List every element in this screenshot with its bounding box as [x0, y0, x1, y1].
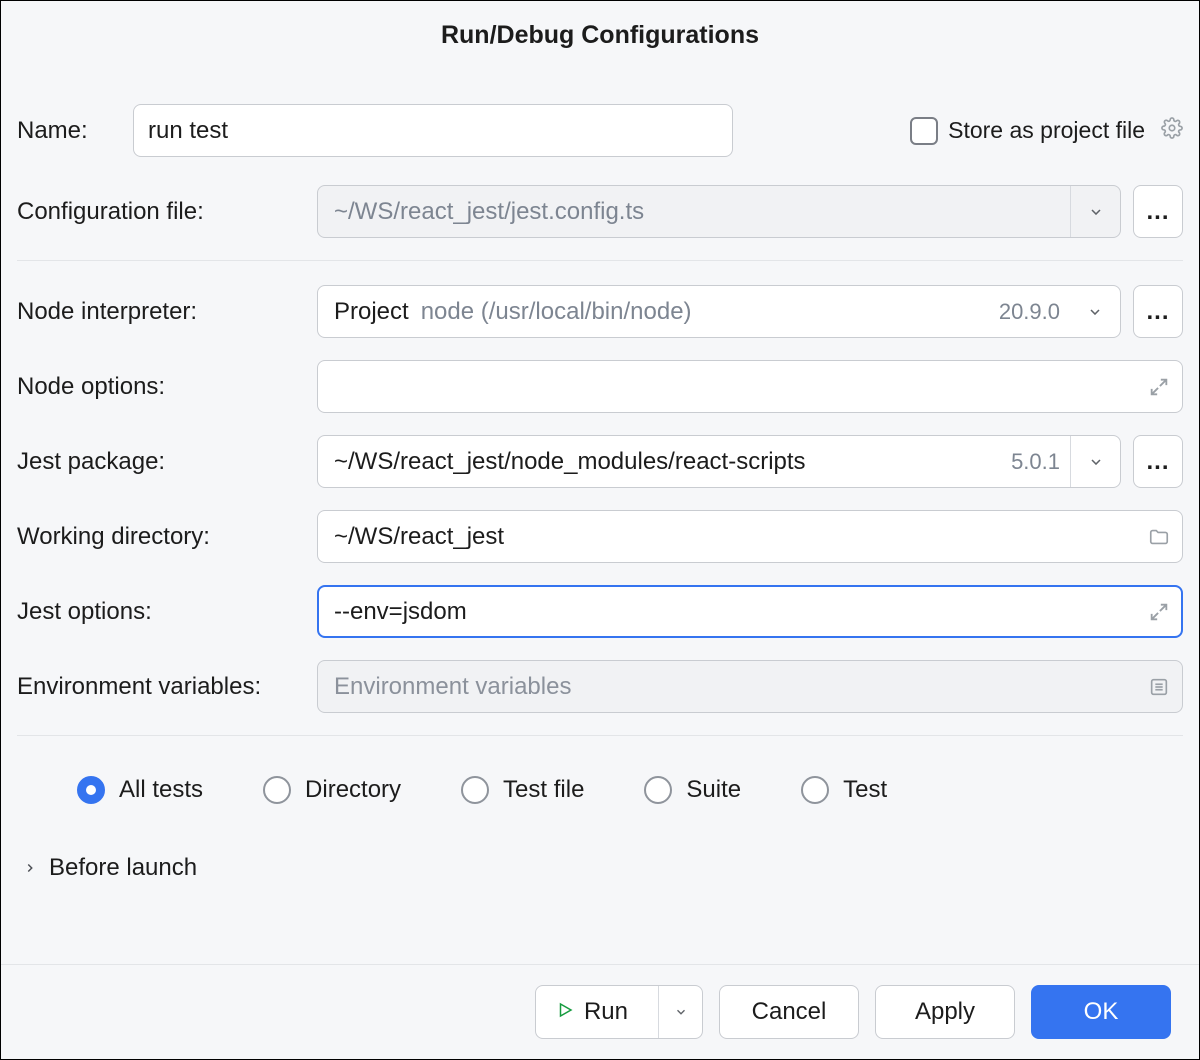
jest-options-value: --env=jsdom — [334, 598, 1148, 626]
store-as-project-file: Store as project file — [910, 117, 1183, 145]
test-scope-row: All tests Directory Test file Suite Test — [17, 760, 1183, 804]
store-label: Store as project file — [948, 117, 1145, 144]
env-vars-label: Environment variables: — [17, 673, 317, 701]
env-vars-input[interactable]: Environment variables — [317, 660, 1183, 713]
name-row: Name: run test Store as project file — [17, 104, 1183, 157]
scope-test-file[interactable]: Test file — [461, 776, 584, 804]
play-icon — [556, 998, 574, 1026]
expand-icon[interactable] — [1148, 376, 1170, 398]
scope-label: Test file — [503, 776, 584, 804]
divider — [17, 260, 1183, 261]
working-dir-value: ~/WS/react_jest — [334, 523, 1148, 551]
node-interpreter-browse-button[interactable]: ... — [1133, 285, 1183, 338]
jest-package-value: ~/WS/react_jest/node_modules/react-scrip… — [334, 448, 806, 476]
scope-label: Suite — [686, 776, 741, 804]
run-button[interactable]: Run — [535, 985, 703, 1039]
apply-label: Apply — [915, 998, 975, 1026]
node-interpreter-version: 20.9.0 — [999, 299, 1070, 325]
before-launch-label: Before launch — [49, 854, 197, 882]
jest-options-input[interactable]: --env=jsdom — [317, 585, 1183, 638]
run-button-dropdown[interactable] — [658, 986, 702, 1038]
config-file-label: Configuration file: — [17, 198, 317, 226]
jest-package-combo[interactable]: ~/WS/react_jest/node_modules/react-scrip… — [317, 435, 1121, 488]
scope-label: Test — [843, 776, 887, 804]
config-file-browse-button[interactable]: ... — [1133, 185, 1183, 238]
config-file-combo[interactable]: ~/WS/react_jest/jest.config.ts — [317, 185, 1121, 238]
folder-icon[interactable] — [1148, 526, 1170, 548]
jest-package-label: Jest package: — [17, 448, 317, 476]
node-interpreter-row: Node interpreter: Project node (/usr/loc… — [17, 285, 1183, 338]
run-button-main[interactable]: Run — [536, 986, 648, 1038]
node-interpreter-path: node (/usr/local/bin/node) — [421, 298, 692, 326]
run-button-label: Run — [584, 998, 628, 1026]
jest-options-row: Jest options: --env=jsdom — [17, 585, 1183, 638]
jest-package-version: 5.0.1 — [1011, 449, 1070, 475]
config-file-value: ~/WS/react_jest/jest.config.ts — [334, 198, 644, 226]
scope-directory[interactable]: Directory — [263, 776, 401, 804]
config-file-row: Configuration file: ~/WS/react_jest/jest… — [17, 185, 1183, 238]
radio-icon — [801, 776, 829, 804]
ok-label: OK — [1084, 998, 1119, 1026]
name-input[interactable]: run test — [133, 104, 733, 157]
node-options-input[interactable] — [317, 360, 1183, 413]
jest-package-row: Jest package: ~/WS/react_jest/node_modul… — [17, 435, 1183, 488]
working-dir-label: Working directory: — [17, 523, 317, 551]
chevron-down-icon[interactable] — [1070, 186, 1120, 237]
ok-button[interactable]: OK — [1031, 985, 1171, 1039]
dialog-footer: Run Cancel Apply OK — [1, 964, 1199, 1059]
list-icon[interactable] — [1148, 676, 1170, 698]
jest-options-label: Jest options: — [17, 598, 317, 626]
chevron-right-icon — [23, 854, 37, 882]
radio-icon — [644, 776, 672, 804]
scope-label: Directory — [305, 776, 401, 804]
cancel-label: Cancel — [752, 998, 827, 1026]
node-interpreter-label: Node interpreter: — [17, 298, 317, 326]
run-debug-config-dialog: Run/Debug Configurations Name: run test … — [0, 0, 1200, 1060]
jest-package-browse-button[interactable]: ... — [1133, 435, 1183, 488]
node-interpreter-combo[interactable]: Project node (/usr/local/bin/node) 20.9.… — [317, 285, 1121, 338]
scope-label: All tests — [119, 776, 203, 804]
env-vars-row: Environment variables: Environment varia… — [17, 660, 1183, 713]
divider — [17, 735, 1183, 736]
expand-icon[interactable] — [1148, 601, 1170, 623]
gear-icon[interactable] — [1161, 117, 1183, 145]
dialog-title: Run/Debug Configurations — [1, 1, 1199, 60]
scope-test[interactable]: Test — [801, 776, 887, 804]
name-value: run test — [148, 117, 228, 145]
before-launch-section[interactable]: Before launch — [17, 854, 1183, 882]
chevron-down-icon[interactable] — [1070, 286, 1120, 337]
radio-icon — [77, 776, 105, 804]
scope-suite[interactable]: Suite — [644, 776, 741, 804]
working-dir-row: Working directory: ~/WS/react_jest — [17, 510, 1183, 563]
node-options-row: Node options: — [17, 360, 1183, 413]
apply-button[interactable]: Apply — [875, 985, 1015, 1039]
chevron-down-icon[interactable] — [1070, 436, 1120, 487]
radio-icon — [263, 776, 291, 804]
form-area: Name: run test Store as project file Con… — [1, 60, 1199, 882]
radio-icon — [461, 776, 489, 804]
store-checkbox[interactable] — [910, 117, 938, 145]
scope-all-tests[interactable]: All tests — [77, 776, 203, 804]
node-interpreter-prefix: Project — [334, 298, 409, 326]
working-dir-input[interactable]: ~/WS/react_jest — [317, 510, 1183, 563]
node-options-label: Node options: — [17, 373, 317, 401]
cancel-button[interactable]: Cancel — [719, 985, 859, 1039]
name-label: Name: — [17, 117, 133, 145]
env-vars-placeholder: Environment variables — [334, 673, 1148, 701]
